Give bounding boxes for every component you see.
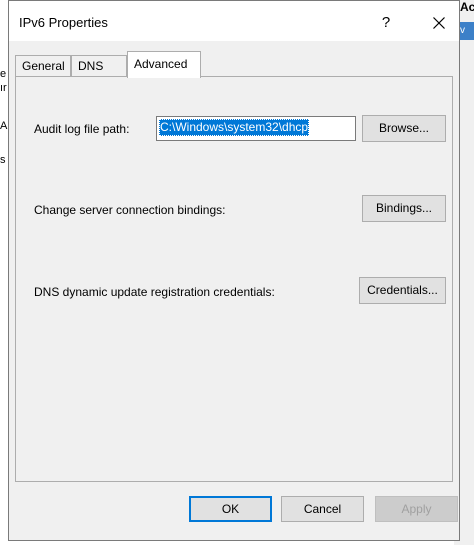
tab-general[interactable]: General [15,55,71,77]
close-icon [433,17,445,29]
tab-advanced[interactable]: Advanced [127,51,201,78]
browse-button[interactable]: Browse... [362,115,446,142]
audit-log-path-input[interactable]: C:\Windows\system32\dhcp [156,116,356,141]
cancel-button[interactable]: Cancel [281,496,364,522]
credentials-label: DNS dynamic update registration credenti… [34,285,275,299]
audit-log-path-value: C:\Windows\system32\dhcp [159,119,310,136]
background-text-fragment: e [0,68,7,80]
title-bar[interactable]: IPv6 Properties ? [9,1,459,41]
audit-log-label: Audit log file path: [34,122,130,136]
ipv6-properties-dialog: IPv6 Properties ? General DNS Advanced A… [8,0,460,541]
bindings-button[interactable]: Bindings... [362,195,446,222]
bindings-label: Change server connection bindings: [34,203,226,217]
apply-button[interactable]: Apply [375,496,458,522]
background-text-fragment: s [0,154,6,166]
advanced-tab-panel: Audit log file path: C:\Windows\system32… [15,76,453,482]
background-actions-title: Act [460,0,474,14]
tab-dns[interactable]: DNS [71,55,127,77]
ok-button[interactable]: OK [189,496,272,522]
background-selected-item: v [460,22,474,40]
help-button[interactable]: ? [371,9,401,37]
close-button[interactable] [421,9,457,37]
dialog-title: IPv6 Properties [19,15,108,30]
background-text-fragment: ır [0,82,7,94]
help-icon: ? [381,14,391,31]
credentials-button[interactable]: Credentials... [359,277,446,304]
background-text-fragment: A [0,120,8,132]
